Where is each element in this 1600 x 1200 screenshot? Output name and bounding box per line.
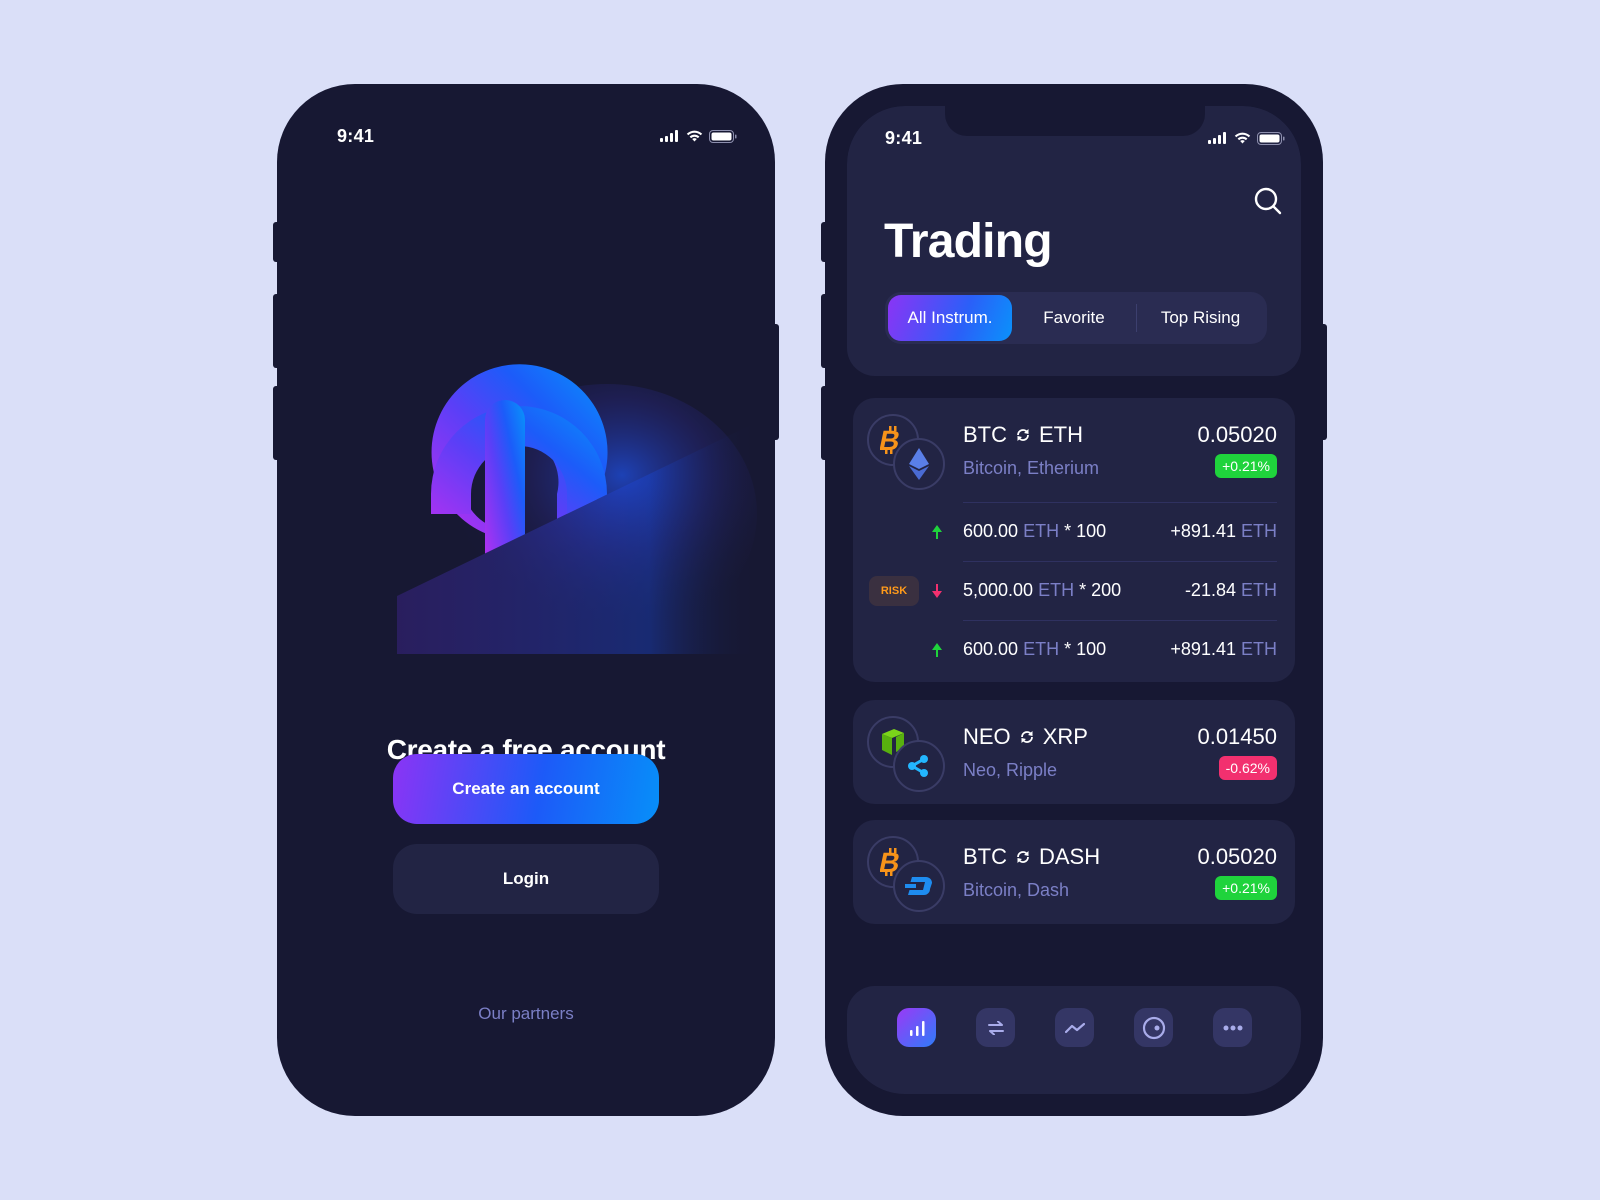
coin-pair-icons <box>867 716 947 792</box>
pair-subtitle: Bitcoin, Etherium <box>963 458 1100 478</box>
target-icon <box>1142 1016 1165 1039</box>
exchange-icon <box>987 1020 1004 1035</box>
silent-switch <box>821 222 827 262</box>
trend-icon <box>1064 1022 1085 1033</box>
base-symbol: NEO <box>963 724 1011 749</box>
page-title: Trading <box>884 215 1053 268</box>
search-icon <box>1254 187 1282 215</box>
pair-card-neo-xrp[interactable]: NEO XRP Neo, Ripple 0.01450 -0.62% <box>853 700 1295 804</box>
tab-top-rising[interactable]: Top Rising <box>1137 295 1264 341</box>
status-time: 9:41 <box>337 125 375 146</box>
status-time: 9:41 <box>885 127 923 148</box>
login-button[interactable]: Login <box>393 844 659 914</box>
signal-icon <box>660 130 678 142</box>
pair-name: BTC DASH <box>963 844 1100 870</box>
search-button[interactable] <box>1253 186 1283 216</box>
more-icon <box>1223 1025 1242 1030</box>
row-divider <box>963 561 1277 562</box>
bar-chart-icon <box>909 1020 924 1036</box>
status-bar: 9:41 <box>885 126 1285 150</box>
silent-switch <box>273 222 279 262</box>
pair-name: BTC ETH <box>963 422 1083 448</box>
tab-portfolio[interactable] <box>1134 1008 1173 1047</box>
phone-left: 9:41 Create a free account Create an acc… <box>273 84 779 1116</box>
tab-more[interactable] <box>1213 1008 1252 1047</box>
change-badge: +0.21% <box>1215 876 1277 900</box>
dash-icon <box>893 860 945 912</box>
position-amount: 5,000.00 ETH * 200 <box>963 580 1122 600</box>
row-divider <box>963 620 1277 621</box>
row-divider <box>963 502 1277 503</box>
volume-down-button <box>821 386 827 460</box>
bottom-tab-bar <box>847 986 1301 1094</box>
swap-icon <box>1017 429 1029 441</box>
change-badge: -0.62% <box>1218 756 1277 780</box>
tab-favorite[interactable]: Favorite <box>1012 295 1136 341</box>
pair-subtitle: Neo, Ripple <box>963 760 1058 780</box>
our-partners-link[interactable]: Our partners <box>277 1004 775 1024</box>
status-bar: 9:41 <box>337 124 737 148</box>
battery-icon <box>1257 131 1285 145</box>
power-button <box>773 324 779 440</box>
phone-right: 9:41 Trading All Instrum. Favorite Top R… <box>821 84 1327 1116</box>
wifi-icon <box>1234 132 1251 144</box>
tab-trends[interactable] <box>1055 1008 1094 1047</box>
instrument-tabs: All Instrum. Favorite Top Rising <box>885 292 1267 344</box>
pair-name: NEO XRP <box>963 724 1088 750</box>
wifi-icon <box>686 130 703 142</box>
tab-all-instruments[interactable]: All Instrum. <box>888 295 1012 341</box>
tab-markets[interactable] <box>897 1008 936 1047</box>
swap-icon <box>1017 851 1029 863</box>
pair-price: 0.05020 <box>1197 422 1277 447</box>
position-pnl: +891.41 ETH <box>1170 639 1277 659</box>
position-row[interactable]: RISK 5,000.00 ETH * 200 -21.84 ETH <box>853 561 1295 620</box>
base-symbol: BTC <box>963 844 1007 869</box>
tab-exchange[interactable] <box>976 1008 1015 1047</box>
power-button <box>1321 324 1327 440</box>
position-amount: 600.00 ETH * 100 <box>963 639 1107 659</box>
position-amount: 600.00 ETH * 100 <box>963 521 1107 541</box>
quote-symbol: XRP <box>1042 724 1088 749</box>
base-symbol: BTC <box>963 422 1007 447</box>
arrow-up-icon <box>932 642 942 657</box>
swap-icon <box>1020 731 1033 743</box>
pair-price: 0.05020 <box>1197 844 1277 869</box>
pair-subtitle: Bitcoin, Dash <box>963 880 1070 900</box>
arrow-up-icon <box>932 524 942 539</box>
volume-up-button <box>273 294 279 368</box>
position-row[interactable]: 600.00 ETH * 100 +891.41 ETH <box>853 620 1295 679</box>
arrow-down-icon <box>932 583 942 598</box>
pair-card-btc-eth[interactable]: B BTC ETH Bitcoin, Etherium 0.05020 +0.2… <box>853 398 1295 682</box>
coin-pair-icons: B <box>867 836 947 912</box>
quote-symbol: DASH <box>1039 844 1101 869</box>
volume-up-button <box>821 294 827 368</box>
risk-badge: RISK <box>869 575 919 606</box>
battery-icon <box>709 129 737 143</box>
coin-pair-icons: B <box>867 414 947 490</box>
volume-down-button <box>273 386 279 460</box>
signal-icon <box>1208 132 1226 144</box>
pair-price: 0.01450 <box>1197 724 1277 749</box>
position-pnl: +891.41 ETH <box>1170 521 1277 541</box>
trading-screen: 9:41 Trading All Instrum. Favorite Top R… <box>847 106 1301 1094</box>
app-logo <box>397 314 757 654</box>
quote-symbol: ETH <box>1039 422 1083 447</box>
ethereum-icon <box>893 438 945 490</box>
change-badge: +0.21% <box>1215 454 1277 478</box>
position-pnl: -21.84 ETH <box>1184 580 1277 600</box>
ripple-icon <box>893 740 945 792</box>
pair-card-btc-dash[interactable]: B BTC DASH Bitcoin, Dash 0.05020 +0.21% <box>853 820 1295 924</box>
position-row[interactable]: 600.00 ETH * 100 +891.41 ETH <box>853 502 1295 561</box>
create-account-button[interactable]: Create an account <box>393 754 659 824</box>
